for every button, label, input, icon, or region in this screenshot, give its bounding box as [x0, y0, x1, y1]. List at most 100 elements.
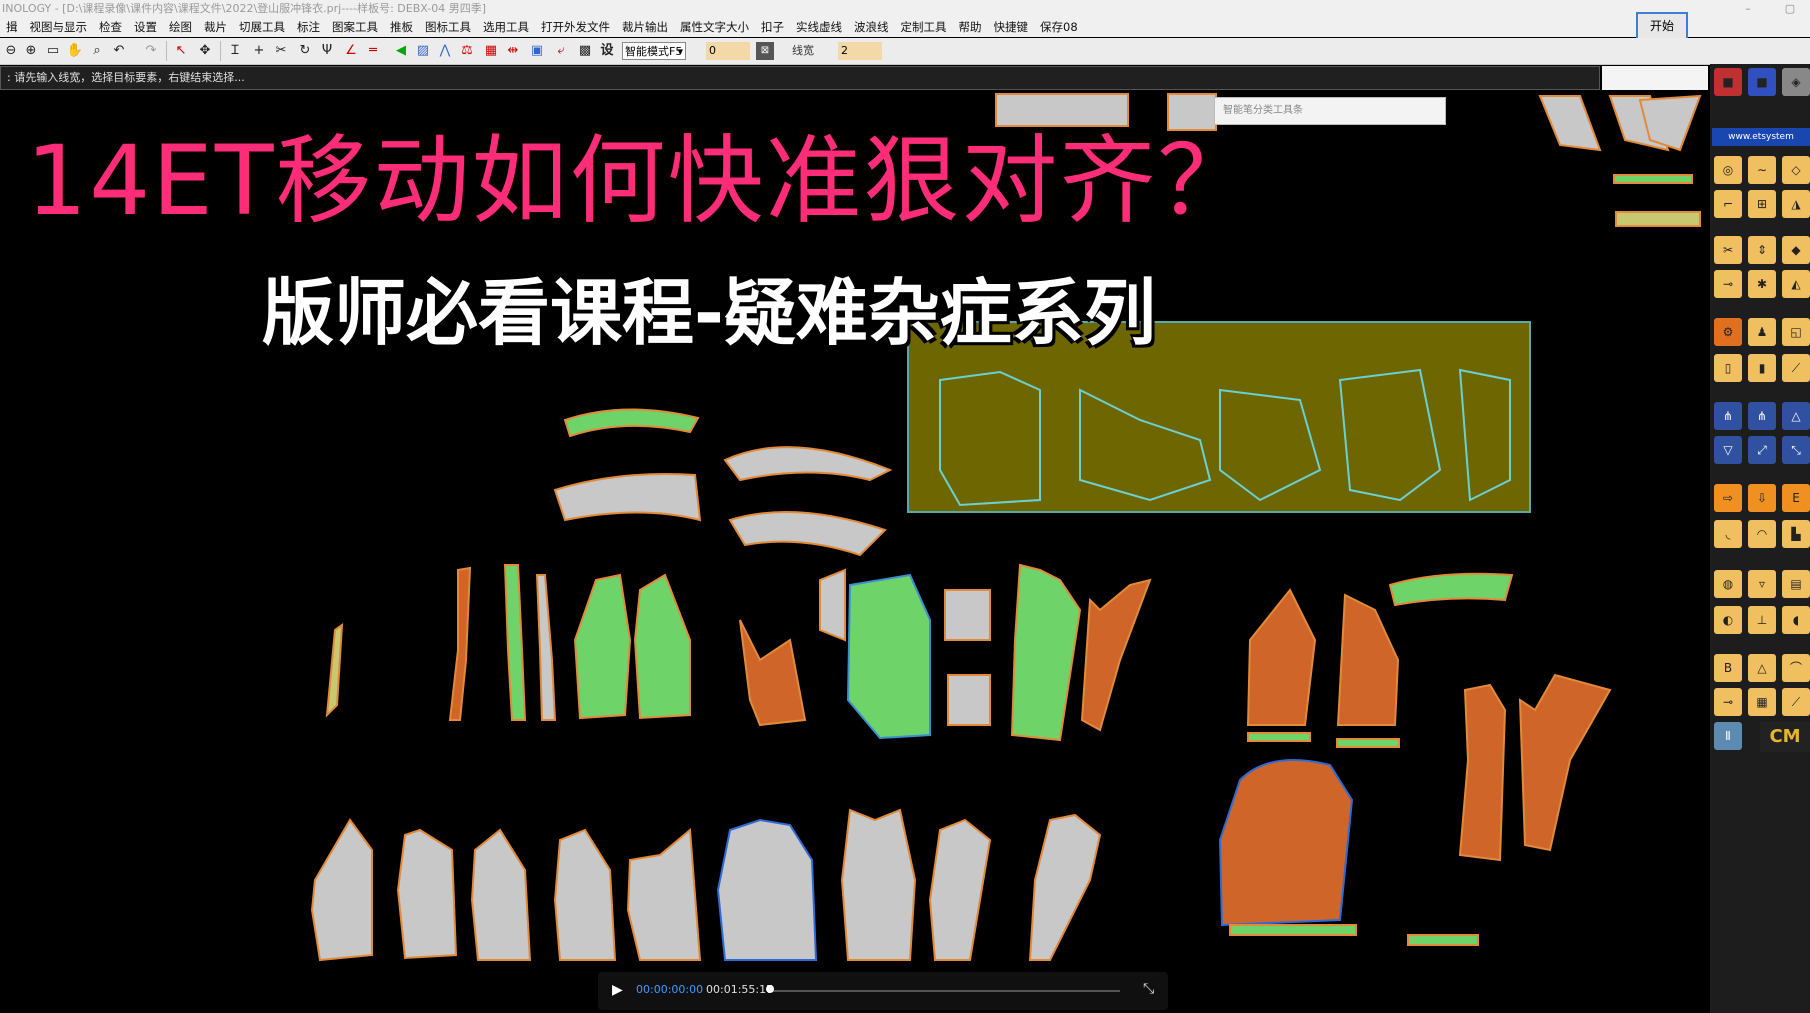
tool-icon[interactable]: ⊥ — [1748, 606, 1776, 634]
menu-item[interactable]: 选用工具 — [477, 17, 535, 37]
pattern-piece[interactable] — [470, 828, 532, 961]
pattern-piece[interactable] — [633, 573, 691, 720]
pause-icon[interactable]: Ⅱ — [1714, 722, 1742, 750]
tool-icon[interactable]: ⊞ — [1748, 190, 1776, 218]
pleat-icon[interactable]: ⋀ — [436, 42, 454, 60]
parallel-line-icon[interactable]: ═ — [364, 42, 382, 60]
pattern-piece[interactable] — [1246, 588, 1317, 726]
tool-icon[interactable]: ◮ — [1782, 190, 1810, 218]
menu-item[interactable]: 图标工具 — [419, 17, 477, 37]
tool-icon[interactable]: ◇ — [1782, 156, 1810, 184]
tool-icon[interactable]: ♟ — [1748, 318, 1776, 346]
tool-icon[interactable]: ⟋ — [1782, 354, 1810, 382]
tool-icon[interactable]: ◐ — [1714, 606, 1742, 634]
pattern-piece[interactable] — [1010, 563, 1082, 742]
menu-item[interactable]: 视图与显示 — [24, 17, 94, 37]
fullscreen-exit-icon[interactable]: ⤡ — [1143, 981, 1154, 997]
seam-icon[interactable]: ⤶ — [552, 42, 570, 60]
mode-select[interactable]: 智能模式F5 ▾ — [622, 42, 686, 60]
progress-track[interactable] — [770, 990, 1120, 992]
pattern-piece[interactable] — [1028, 813, 1102, 961]
pattern-piece[interactable] — [944, 589, 991, 641]
menu-item[interactable]: 设置 — [128, 17, 163, 37]
tool-icon[interactable]: ⌒ — [1782, 654, 1810, 682]
pattern-piece[interactable] — [573, 573, 632, 720]
tool-icon[interactable]: ■ — [1748, 68, 1776, 96]
fit-window-icon[interactable]: ▭ — [44, 42, 62, 60]
tool-icon[interactable]: ⟋ — [1782, 688, 1810, 716]
tool-icon[interactable]: ▙ — [1782, 520, 1810, 548]
pattern-piece[interactable] — [840, 808, 917, 961]
text-tool-icon[interactable]: Ɪ — [226, 42, 244, 60]
tool-icon[interactable]: ▯ — [1714, 354, 1742, 382]
tool-icon[interactable]: ✱ — [1748, 270, 1776, 298]
pattern-piece[interactable] — [1336, 738, 1400, 748]
tool-icon[interactable]: ⤡ — [1782, 436, 1810, 464]
select-arrow-icon[interactable]: ↖ — [172, 42, 190, 60]
pattern-piece[interactable] — [728, 511, 887, 557]
tool-icon[interactable]: ⤢ — [1748, 436, 1776, 464]
tool-icon[interactable]: ▮ — [1748, 354, 1776, 382]
tool-icon[interactable]: △ — [1782, 402, 1810, 430]
scissors-icon[interactable]: ✂ — [272, 42, 290, 60]
tool-icon[interactable]: ⋔ — [1748, 402, 1776, 430]
layout-icon[interactable]: ▣ — [528, 42, 546, 60]
menu-item[interactable]: 切展工具 — [233, 17, 291, 37]
tool-icon[interactable]: E — [1782, 484, 1810, 512]
menu-item[interactable]: 定制工具 — [895, 17, 953, 37]
apply-icon[interactable]: ⊠ — [756, 42, 774, 60]
pattern-piece[interactable] — [947, 674, 991, 726]
menu-item[interactable]: 揖 — [0, 17, 24, 37]
value-input[interactable]: 0 — [706, 42, 750, 60]
undo-icon[interactable]: ↶ — [110, 42, 128, 60]
menu-item[interactable]: 检查 — [93, 17, 128, 37]
sewing-machine-icon[interactable]: ⚙ — [1714, 318, 1742, 346]
pattern-piece[interactable] — [563, 408, 700, 438]
tool-icon[interactable]: ■ — [1714, 68, 1742, 96]
menu-item[interactable]: 裁片 — [198, 17, 233, 37]
pattern-piece[interactable] — [739, 619, 807, 727]
zoom-out-icon[interactable]: ⊖ — [2, 42, 20, 60]
tool-icon[interactable]: B — [1714, 654, 1742, 682]
pattern-piece[interactable] — [819, 568, 846, 642]
tool-icon[interactable]: ⇕ — [1748, 236, 1776, 264]
tool-icon[interactable]: ◱ — [1782, 318, 1810, 346]
pattern-piece[interactable] — [723, 446, 893, 482]
pattern-piece[interactable] — [1518, 673, 1612, 852]
pattern-piece[interactable] — [995, 93, 1129, 127]
pattern-piece[interactable] — [1247, 732, 1311, 742]
tool-icon[interactable]: ⋔ — [1714, 402, 1742, 430]
tool-icon[interactable]: ⇨ — [1714, 484, 1742, 512]
tool-icon[interactable]: ⇩ — [1748, 484, 1776, 512]
tool-icon[interactable]: ▽ — [1714, 436, 1742, 464]
pattern-piece[interactable] — [1218, 759, 1354, 927]
grid-icon[interactable]: ▩ — [576, 42, 594, 60]
tape-measure-icon[interactable]: ◎ — [1714, 156, 1742, 184]
unit-cm-label[interactable]: CM — [1760, 722, 1810, 752]
tool-icon[interactable]: ⌐ — [1714, 190, 1742, 218]
pan-hand-icon[interactable]: ✋ — [66, 42, 84, 60]
pattern-piece[interactable] — [846, 573, 931, 740]
pattern-piece[interactable] — [626, 827, 702, 961]
menu-item[interactable]: 标注 — [291, 17, 326, 37]
pattern-piece[interactable] — [716, 818, 818, 961]
pattern-piece[interactable] — [1080, 578, 1152, 732]
menu-item[interactable]: 打开外发文件 — [535, 17, 616, 37]
zoom-in-icon[interactable]: ⊕ — [22, 42, 40, 60]
color-grid-icon[interactable]: ▦ — [482, 42, 500, 60]
menu-item[interactable]: 图案工具 — [326, 17, 384, 37]
pattern-piece[interactable] — [1613, 174, 1693, 184]
start-button[interactable]: 开始 — [1636, 12, 1688, 40]
hatch-icon[interactable]: ▨ — [414, 42, 432, 60]
mirror-icon[interactable]: ⇹ — [504, 42, 522, 60]
pattern-piece[interactable] — [448, 566, 472, 721]
pattern-piece[interactable] — [1538, 95, 1602, 152]
menu-item[interactable]: 推板 — [384, 17, 419, 37]
tool-icon[interactable]: ◭ — [1782, 270, 1810, 298]
tool-icon[interactable]: ▤ — [1782, 570, 1810, 598]
angle-icon[interactable]: ∠ — [342, 42, 360, 60]
menu-item[interactable]: 属性文字大小 — [674, 17, 755, 37]
pattern-piece[interactable] — [1458, 683, 1507, 862]
minimize-icon[interactable]: – — [1726, 0, 1768, 17]
pattern-piece[interactable] — [1336, 593, 1400, 726]
